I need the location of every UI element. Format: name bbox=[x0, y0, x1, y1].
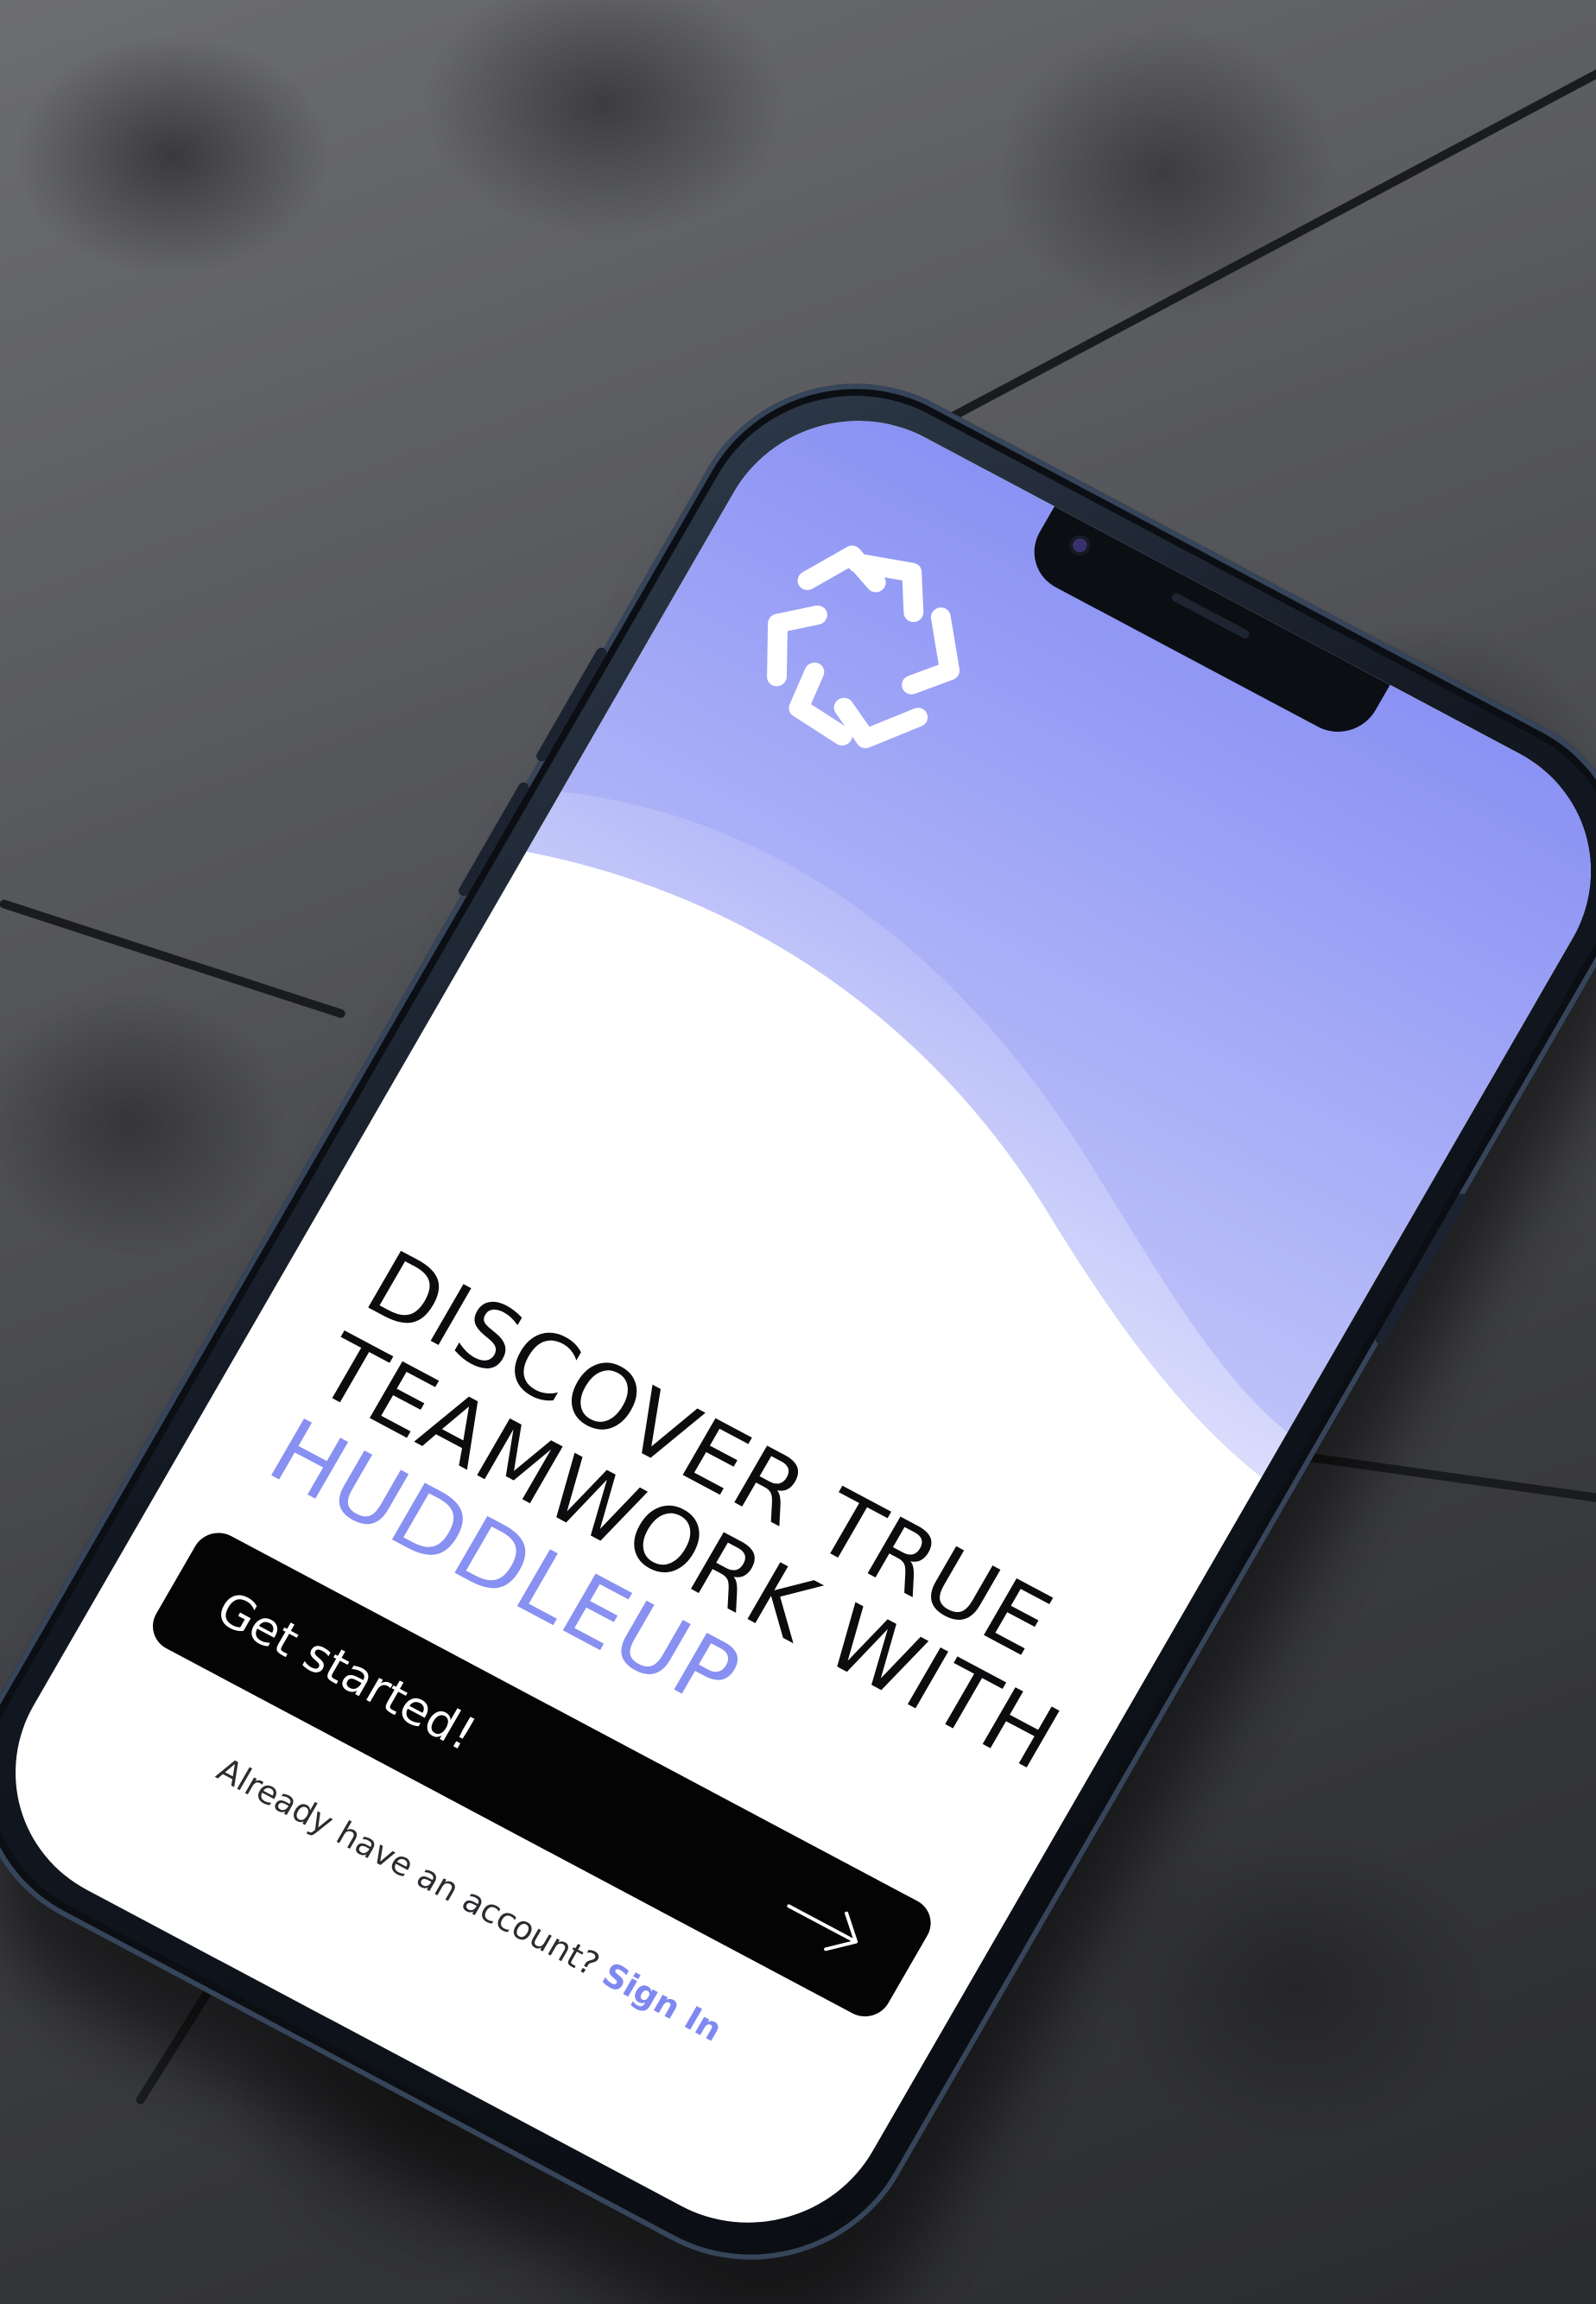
get-started-label: Get started! bbox=[207, 1580, 486, 1761]
phone-frame: DISCOVER TRUE TEAMWORK WITH HUDDLEUP Get… bbox=[0, 326, 1596, 2304]
pavement-seam bbox=[0, 898, 346, 1019]
phone: DISCOVER TRUE TEAMWORK WITH HUDDLEUP Get… bbox=[0, 326, 1596, 2304]
front-camera bbox=[1070, 536, 1090, 555]
background-photo: DISCOVER TRUE TEAMWORK WITH HUDDLEUP Get… bbox=[0, 0, 1596, 2304]
pavement-seam bbox=[913, 67, 1596, 441]
sign-in-link[interactable]: Sign In bbox=[596, 1955, 729, 2048]
earpiece-speaker bbox=[1170, 592, 1251, 640]
arrow-right-icon bbox=[787, 1904, 858, 1952]
app-screen: DISCOVER TRUE TEAMWORK WITH HUDDLEUP Get… bbox=[0, 372, 1596, 2271]
